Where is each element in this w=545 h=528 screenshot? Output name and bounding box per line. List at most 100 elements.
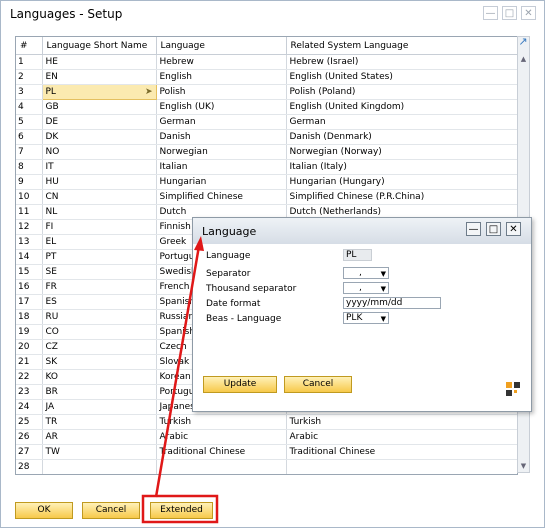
table-row[interactable]: 1 HE Hebrew Hebrew (Israel) xyxy=(16,54,517,70)
system-language-cell[interactable] xyxy=(286,459,517,474)
system-language-cell[interactable]: Arabic xyxy=(286,429,517,445)
table-row[interactable]: 4 GB English (UK) English (United Kingdom) xyxy=(16,99,517,115)
row-number-cell: 2 xyxy=(16,69,43,85)
row-number-cell: 3 xyxy=(16,84,43,100)
language-short-name-cell[interactable]: JA xyxy=(42,399,157,415)
language-short-name-cell[interactable]: DE xyxy=(42,114,157,130)
language-name-cell[interactable]: Norwegian xyxy=(156,144,287,160)
system-language-cell[interactable]: Italian (Italy) xyxy=(286,159,517,175)
language-name-cell[interactable]: Turkish xyxy=(156,414,287,430)
thousand-separator-select[interactable]: , ▼ xyxy=(343,282,389,294)
language-short-name-cell[interactable]: FI xyxy=(42,219,157,235)
table-row[interactable]: 3 PL ➤ Polish Polish (Poland) xyxy=(16,84,517,100)
cancel-button[interactable]: Cancel xyxy=(82,502,140,519)
scroll-up-icon[interactable]: ▲ xyxy=(518,53,529,65)
close-button[interactable]: ✕ xyxy=(521,6,536,20)
language-name-cell[interactable]: Danish xyxy=(156,129,287,145)
extended-button[interactable]: Extended xyxy=(150,502,213,519)
language-short-name-cell[interactable] xyxy=(42,459,157,474)
table-row[interactable]: 8 IT Italian Italian (Italy) xyxy=(16,159,517,175)
language-short-name-cell[interactable]: ES xyxy=(42,294,157,310)
system-language-cell[interactable]: German xyxy=(286,114,517,130)
separator-value: , xyxy=(359,268,362,278)
language-short-name-cell[interactable]: RU xyxy=(42,309,157,325)
language-short-name-cell[interactable]: BR xyxy=(42,384,157,400)
language-name-cell[interactable]: German xyxy=(156,114,287,130)
language-short-name-cell[interactable]: SK xyxy=(42,354,157,370)
ok-button[interactable]: OK xyxy=(15,502,73,519)
system-language-cell[interactable]: Hungarian (Hungary) xyxy=(286,174,517,190)
language-short-name-cell[interactable]: HU xyxy=(42,174,157,190)
language-name-cell[interactable]: Traditional Chinese xyxy=(156,444,287,460)
expand-icon[interactable]: ↗ xyxy=(517,36,529,48)
table-row[interactable]: 7 NO Norwegian Norwegian (Norway) xyxy=(16,144,517,160)
dialog-close-button[interactable]: ✕ xyxy=(506,222,521,236)
system-language-cell[interactable]: Norwegian (Norway) xyxy=(286,144,517,160)
language-short-name-cell[interactable]: EL xyxy=(42,234,157,250)
table-row[interactable]: 27 TW Traditional Chinese Traditional Chine… xyxy=(16,444,517,460)
language-short-name-cell[interactable]: HE xyxy=(42,54,157,70)
language-name-cell[interactable]: Italian xyxy=(156,159,287,175)
language-short-name-cell[interactable]: TW xyxy=(42,444,157,460)
link-arrow-icon[interactable]: ➤ xyxy=(145,86,153,99)
system-language-cell[interactable]: Polish (Poland) xyxy=(286,84,517,100)
language-short-name-cell[interactable]: IT xyxy=(42,159,157,175)
table-row[interactable]: 25 TR Turkish Turkish xyxy=(16,414,517,430)
dialog-cancel-button[interactable]: Cancel xyxy=(284,376,352,393)
language-name-cell[interactable]: Simplified Chinese xyxy=(156,189,287,205)
language-name-cell[interactable] xyxy=(156,459,287,474)
system-language-cell[interactable]: Hebrew (Israel) xyxy=(286,54,517,70)
system-language-cell[interactable]: Simplified Chinese (P.R.China) xyxy=(286,189,517,205)
language-short-name-cell[interactable]: CN xyxy=(42,189,157,205)
table-row[interactable]: 5 DE German German xyxy=(16,114,517,130)
language-short-name-cell[interactable]: NL xyxy=(42,204,157,220)
separator-select[interactable]: , ▼ xyxy=(343,267,389,279)
language-short-name-cell[interactable]: CZ xyxy=(42,339,157,355)
maximize-button[interactable]: □ xyxy=(502,6,517,20)
system-language-cell[interactable]: Danish (Denmark) xyxy=(286,129,517,145)
system-language-cell[interactable]: Traditional Chinese xyxy=(286,444,517,460)
table-row[interactable]: 10 CN Simplified Chinese Simplified Chinese… xyxy=(16,189,517,205)
row-number-cell: 18 xyxy=(16,309,43,325)
table-row[interactable]: 28 xyxy=(16,459,517,474)
column-header-short-name[interactable]: Language Short Name xyxy=(42,37,157,55)
language-short-name-cell[interactable]: PT xyxy=(42,249,157,265)
language-short-name-cell[interactable]: SE xyxy=(42,264,157,280)
date-format-input[interactable]: yyyy/mm/dd xyxy=(343,297,441,309)
language-name-cell[interactable]: English xyxy=(156,69,287,85)
language-short-name-cell[interactable]: EN xyxy=(42,69,157,85)
language-short-name-cell[interactable]: DK xyxy=(42,129,157,145)
system-language-cell[interactable]: English (United Kingdom) xyxy=(286,99,517,115)
dialog-minimize-button[interactable]: — xyxy=(466,222,481,236)
language-short-name-cell[interactable]: GB xyxy=(42,99,157,115)
system-language-cell[interactable]: Turkish xyxy=(286,414,517,430)
row-number-cell: 14 xyxy=(16,249,43,265)
language-short-name-cell[interactable]: NO xyxy=(42,144,157,160)
row-number-cell: 25 xyxy=(16,414,43,430)
beas-language-select[interactable]: PLK ▼ xyxy=(343,312,389,324)
language-name-cell[interactable]: English (UK) xyxy=(156,99,287,115)
table-row[interactable]: 6 DK Danish Danish (Denmark) xyxy=(16,129,517,145)
language-short-name-cell[interactable]: CO xyxy=(42,324,157,340)
language-short-name-cell[interactable]: AR xyxy=(42,429,157,445)
language-name-cell[interactable]: Hebrew xyxy=(156,54,287,70)
scroll-down-icon[interactable]: ▼ xyxy=(518,460,529,472)
column-header-number[interactable]: # xyxy=(16,37,43,55)
update-button[interactable]: Update xyxy=(203,376,277,393)
table-row[interactable]: 2 EN English English (United States) xyxy=(16,69,517,85)
system-language-cell[interactable]: English (United States) xyxy=(286,69,517,85)
dialog-maximize-button[interactable]: □ xyxy=(486,222,501,236)
minimize-button[interactable]: — xyxy=(483,6,498,20)
language-short-name-cell[interactable]: TR xyxy=(42,414,157,430)
table-row[interactable]: 9 HU Hungarian Hungarian (Hungary) xyxy=(16,174,517,190)
language-name-cell[interactable]: Hungarian xyxy=(156,174,287,190)
language-short-name-cell[interactable]: KO xyxy=(42,369,157,385)
language-short-name-cell[interactable]: FR xyxy=(42,279,157,295)
language-short-name-cell[interactable]: PL ➤ xyxy=(41,84,157,100)
column-header-system-language[interactable]: Related System Language xyxy=(286,37,517,55)
language-name-cell[interactable]: Polish xyxy=(156,84,287,100)
language-name-cell[interactable]: Arabic xyxy=(156,429,287,445)
row-number-cell: 5 xyxy=(16,114,43,130)
column-header-language[interactable]: Language xyxy=(156,37,287,55)
table-row[interactable]: 26 AR Arabic Arabic xyxy=(16,429,517,445)
